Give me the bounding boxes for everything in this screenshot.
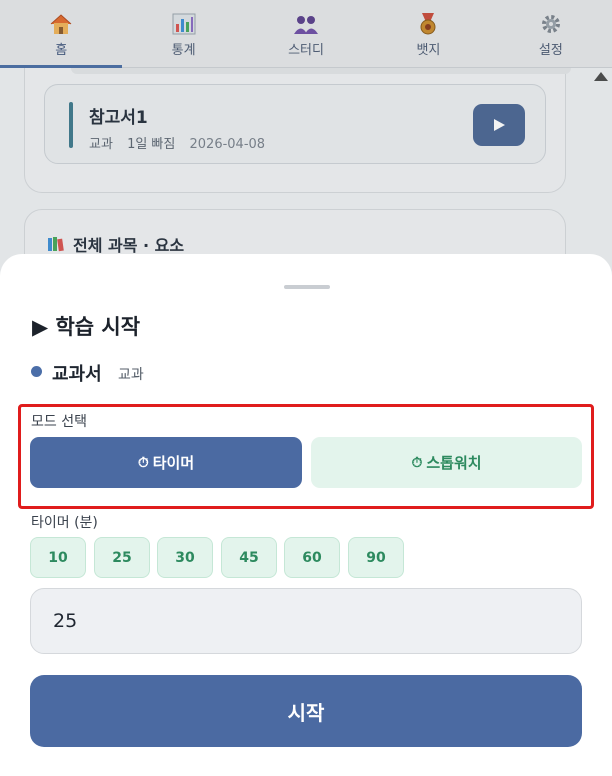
stopwatch-icon: ⏱ bbox=[137, 454, 149, 471]
subject-type: 교과 bbox=[118, 367, 144, 383]
sheet-drag-handle[interactable] bbox=[284, 285, 330, 289]
stopwatch-mode-button[interactable]: ⏱ 스톱워치 bbox=[311, 437, 582, 488]
sheet-title: ▶ 학습 시작 bbox=[32, 315, 141, 339]
preset-10-button[interactable]: 10 bbox=[30, 537, 86, 578]
mode-label: 모드 선택 bbox=[31, 414, 87, 430]
timer-minutes-label: 타이머 (분) bbox=[31, 515, 98, 531]
minutes-input[interactable] bbox=[30, 588, 582, 654]
subject-color-dot bbox=[31, 366, 42, 377]
preset-45-button[interactable]: 45 bbox=[221, 537, 277, 578]
preset-25-button[interactable]: 25 bbox=[94, 537, 150, 578]
stopwatch-icon: ⏱ bbox=[411, 454, 423, 471]
preset-60-button[interactable]: 60 bbox=[284, 537, 340, 578]
preset-30-button[interactable]: 30 bbox=[157, 537, 213, 578]
stopwatch-mode-label: 스톱워치 bbox=[426, 454, 482, 472]
preset-90-button[interactable]: 90 bbox=[348, 537, 404, 578]
timer-mode-label: 타이머 bbox=[152, 454, 195, 472]
timer-mode-button[interactable]: ⏱ 타이머 bbox=[30, 437, 302, 488]
subject-name: 교과서 bbox=[52, 364, 102, 385]
study-start-sheet: ▶ 학습 시작 교과서 교과 모드 선택 ⏱ 타이머 ⏱ 스톱워치 타이머 (분… bbox=[0, 254, 612, 776]
start-button[interactable]: 시작 bbox=[30, 675, 582, 747]
